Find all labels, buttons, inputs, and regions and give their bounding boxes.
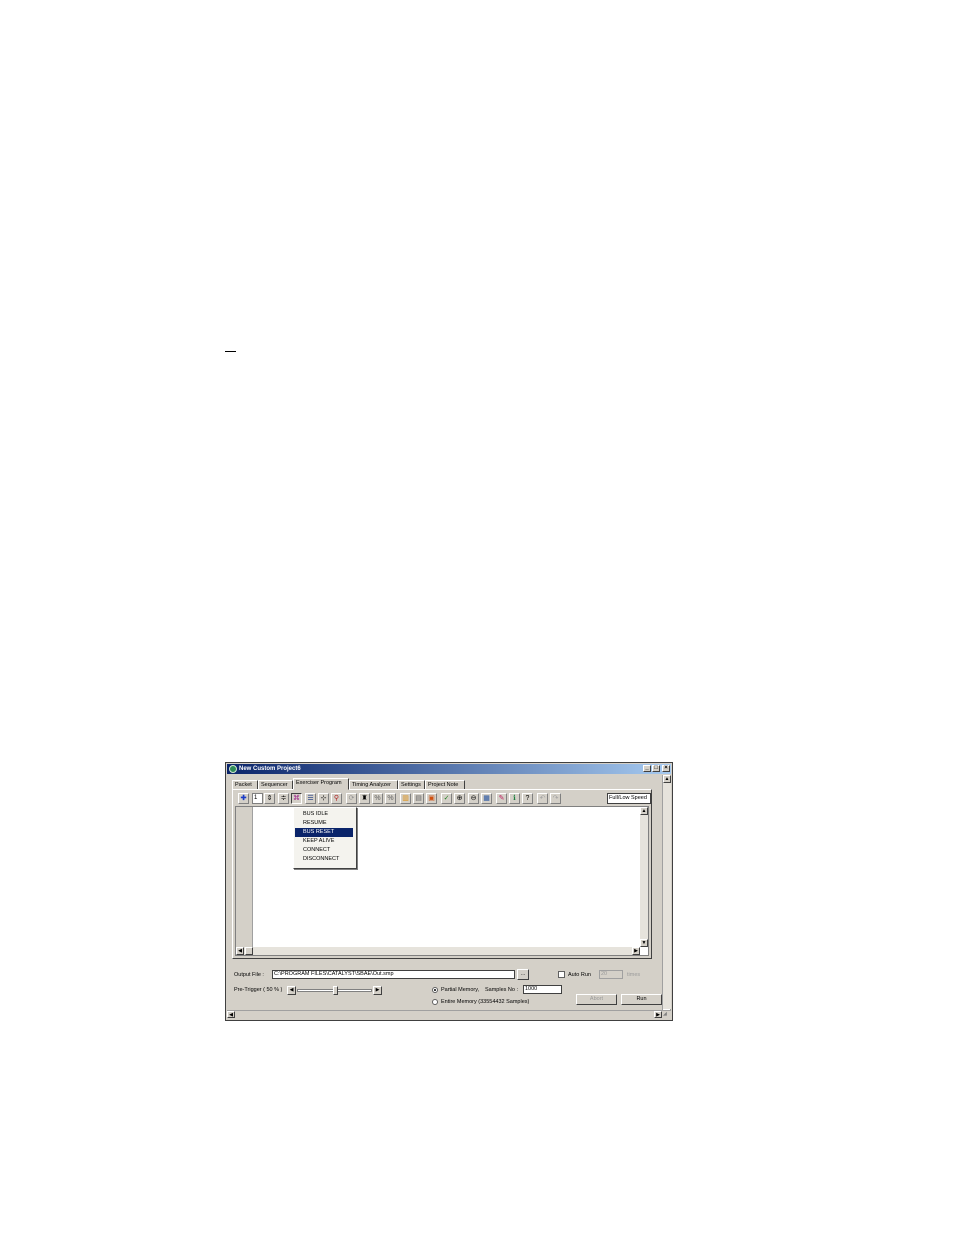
- check-icon[interactable]: ✓: [441, 793, 452, 804]
- output-file-label: Output File :: [234, 972, 264, 978]
- count-stepper[interactable]: 1: [252, 793, 263, 804]
- app-window: New Custom Project6 _ □ × ▲ ▼ Packet Seq…: [225, 762, 673, 1021]
- tab-exerciser-program[interactable]: Exerciser Program: [293, 778, 349, 790]
- editor-horizontal-scrollbar[interactable]: ◀ ▶: [236, 947, 640, 955]
- times-label: times: [627, 972, 641, 978]
- slider-right-icon[interactable]: ▶: [373, 986, 382, 995]
- menu-item-bus-idle[interactable]: BUS IDLE: [295, 810, 353, 819]
- partial-memory-radio[interactable]: [432, 987, 438, 993]
- packet-icon[interactable]: ☰: [305, 793, 316, 804]
- auto-run-label: Auto Run: [568, 972, 591, 978]
- auto-run-checkbox[interactable]: [558, 971, 565, 978]
- close-button[interactable]: ×: [662, 765, 670, 772]
- window-scroll-left-icon[interactable]: ◀: [227, 1011, 235, 1018]
- slider-knob[interactable]: [333, 986, 338, 995]
- auto-run-count-input[interactable]: 20: [599, 970, 623, 979]
- refresh-icon[interactable]: ⟳: [346, 793, 357, 804]
- underline-mark: [225, 351, 236, 352]
- menu-item-resume[interactable]: RESUME: [295, 819, 353, 828]
- folder-icon[interactable]: ▣: [426, 793, 437, 804]
- scroll-up-icon[interactable]: ▲: [663, 775, 671, 783]
- bus-state-icon[interactable]: ⌘: [291, 793, 302, 804]
- toolbar: ✚ 1 ⇕ ≑ ⌘ ☰ ⊹ ⚲ ⟳ ♜ % % ▥ ▤ ▣ ✓ ⊕ ⊖ ▦ ✎ …: [235, 792, 651, 804]
- samples-no-label: Samples No :: [485, 987, 519, 993]
- redo-icon[interactable]: ↷: [550, 793, 561, 804]
- editor-scroll-left-icon[interactable]: ◀: [236, 947, 244, 955]
- editor-scroll-up-icon[interactable]: ▲: [640, 807, 648, 815]
- replace-icon[interactable]: %: [372, 793, 383, 804]
- help-icon[interactable]: ?: [522, 793, 533, 804]
- calculator-icon[interactable]: ▦: [481, 793, 492, 804]
- slider-left-icon[interactable]: ◀: [287, 986, 296, 995]
- menu-item-disconnect[interactable]: DISCONNECT: [295, 855, 353, 864]
- info-icon[interactable]: ℹ: [509, 793, 520, 804]
- book-icon[interactable]: ▥: [400, 793, 411, 804]
- spin-arrows-icon[interactable]: ⇕: [264, 793, 275, 804]
- window-scroll-right-icon[interactable]: ▶: [654, 1011, 662, 1018]
- window-title: New Custom Project6: [239, 766, 301, 772]
- undo-icon[interactable]: ↶: [537, 793, 548, 804]
- entire-memory-radio[interactable]: [432, 999, 438, 1005]
- menu-item-connect[interactable]: CONNECT: [295, 846, 353, 855]
- bus-state-menu: BUS IDLE RESUME BUS RESET KEEP ALIVE CON…: [293, 807, 357, 869]
- app-icon: [229, 765, 237, 773]
- menu-item-keep-alive[interactable]: KEEP ALIVE: [295, 837, 353, 846]
- zoom-out-icon[interactable]: ⊖: [468, 793, 479, 804]
- trigger-icon[interactable]: ⚲: [331, 793, 342, 804]
- run-button[interactable]: Run: [621, 994, 662, 1005]
- browse-button[interactable]: ...: [517, 969, 529, 980]
- menu-item-bus-reset[interactable]: BUS RESET: [295, 828, 353, 837]
- output-file-input[interactable]: C:\PROGRAM FILES\CATALYST\SBAE\Out.smp: [272, 970, 515, 979]
- samples-no-input[interactable]: 1000: [523, 985, 562, 994]
- zoom-in-icon[interactable]: ⊕: [454, 793, 465, 804]
- window-vertical-scrollbar[interactable]: ▲ ▼: [662, 775, 671, 1017]
- maximize-button[interactable]: □: [652, 765, 660, 772]
- stamp-icon[interactable]: ▤: [413, 793, 424, 804]
- minimize-button[interactable]: _: [643, 765, 651, 772]
- pre-trigger-label: Pre-Trigger ( 50 % ): [234, 987, 283, 993]
- line-icon[interactable]: ≑: [278, 793, 289, 804]
- resize-grip-icon[interactable]: ◢: [663, 1011, 671, 1018]
- editor-scroll-down-icon[interactable]: ▼: [640, 939, 648, 947]
- abort-button[interactable]: Abort: [576, 994, 617, 1005]
- editor-vertical-scrollbar[interactable]: ▲ ▼: [640, 807, 648, 947]
- window-horizontal-scrollbar[interactable]: ◀ ▶ ◢: [227, 1010, 671, 1019]
- partial-memory-label: Partial Memory,: [441, 987, 480, 993]
- editor-scroll-thumb[interactable]: [245, 947, 253, 955]
- binoculars-icon[interactable]: ♜: [359, 793, 370, 804]
- line-gutter: [236, 807, 253, 947]
- speed-select[interactable]: Full/Low Speed: [607, 793, 651, 804]
- split-icon[interactable]: ⊹: [318, 793, 329, 804]
- add-icon[interactable]: ✚: [238, 793, 249, 804]
- edit-icon[interactable]: ✎: [496, 793, 507, 804]
- pre-trigger-slider[interactable]: ◀ ▶: [287, 986, 382, 995]
- title-bar[interactable]: New Custom Project6 _ □ ×: [227, 764, 671, 774]
- replace-all-icon[interactable]: %: [385, 793, 396, 804]
- editor-scroll-right-icon[interactable]: ▶: [632, 947, 640, 955]
- entire-memory-label: Entire Memory (33554432 Samples): [441, 999, 530, 1005]
